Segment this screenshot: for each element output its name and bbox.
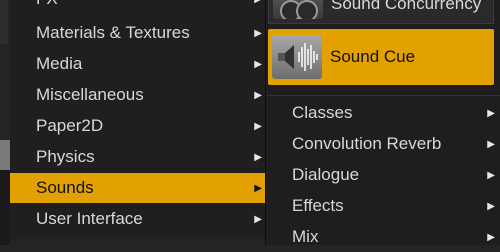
menu-item-fx[interactable]: FX ▶ — [10, 0, 268, 14]
submenu-item-effects[interactable]: Effects ▶ — [266, 191, 500, 221]
category-menu: FX ▶ Materials & Textures ▶ Media ▶ Misc… — [10, 0, 269, 239]
submenu-arrow-icon: ▶ — [254, 151, 262, 163]
submenu-arrow-icon: ▶ — [487, 169, 495, 181]
submenu-arrow-icon: ▶ — [254, 0, 262, 5]
submenu-item-label: Effects — [292, 196, 344, 215]
submenu-arrow-icon: ▶ — [487, 107, 495, 119]
submenu-item-dialogue[interactable]: Dialogue ▶ — [266, 160, 500, 190]
sounds-submenu: Sound Concurrency Sound Cue Classes ▶ Co… — [265, 0, 500, 246]
submenu-arrow-icon: ▶ — [254, 120, 262, 132]
background-panel — [0, 0, 8, 44]
submenu-arrow-icon: ▶ — [487, 138, 495, 150]
submenu-item-convolution-reverb[interactable]: Convolution Reverb ▶ — [266, 129, 500, 159]
menu-item-physics[interactable]: Physics ▶ — [10, 142, 268, 172]
speaker-icon — [280, 0, 318, 19]
submenu-item-label: Dialogue — [292, 165, 360, 184]
menu-item-materials-textures[interactable]: Materials & Textures ▶ — [10, 18, 268, 48]
menu-item-label: Sounds — [36, 178, 94, 197]
asset-label: Sound Concurrency — [331, 0, 482, 13]
sound-cue-thumbnail — [272, 35, 322, 79]
submenu-item-label: Mix — [292, 227, 319, 246]
submenu-item-label: Classes — [292, 103, 353, 122]
sound-concurrency-thumbnail — [273, 0, 323, 19]
menu-item-miscellaneous[interactable]: Miscellaneous ▶ — [10, 80, 268, 110]
menu-item-label: Media — [36, 54, 83, 73]
submenu-item-classes[interactable]: Classes ▶ — [266, 98, 500, 128]
submenu-arrow-icon: ▶ — [254, 213, 262, 225]
menu-item-label: Physics — [36, 147, 95, 166]
submenu-item-label: Convolution Reverb — [292, 134, 442, 153]
asset-sound-cue[interactable]: Sound Cue — [268, 29, 494, 85]
submenu-arrow-icon: ▶ — [254, 58, 262, 70]
menu-item-label: User Interface — [36, 209, 143, 228]
menu-item-label: Materials & Textures — [36, 23, 190, 42]
submenu-arrow-icon: ▶ — [254, 182, 262, 194]
asset-label: Sound Cue — [330, 47, 416, 66]
submenu-arrow-icon: ▶ — [254, 89, 262, 101]
menu-item-sounds[interactable]: Sounds ▶ — [10, 173, 268, 203]
menu-item-label: Miscellaneous — [36, 85, 144, 104]
menu-item-label: Paper2D — [36, 116, 104, 135]
background-panel — [0, 170, 10, 245]
submenu-arrow-icon: ▶ — [254, 27, 262, 39]
menu-item-paper2d[interactable]: Paper2D ▶ — [10, 111, 268, 141]
asset-sound-concurrency[interactable]: Sound Concurrency — [268, 0, 494, 24]
menu-item-label: FX — [36, 0, 58, 9]
speaker-waveform-icon — [278, 43, 318, 71]
submenu-item-mix[interactable]: Mix ▶ — [266, 222, 500, 252]
background-panel — [0, 140, 10, 170]
submenu-arrow-icon: ▶ — [487, 200, 495, 212]
menu-item-media[interactable]: Media ▶ — [10, 49, 268, 79]
divider — [266, 95, 500, 96]
submenu-arrow-icon: ▶ — [487, 231, 495, 243]
menu-item-user-interface[interactable]: User Interface ▶ — [10, 204, 268, 234]
